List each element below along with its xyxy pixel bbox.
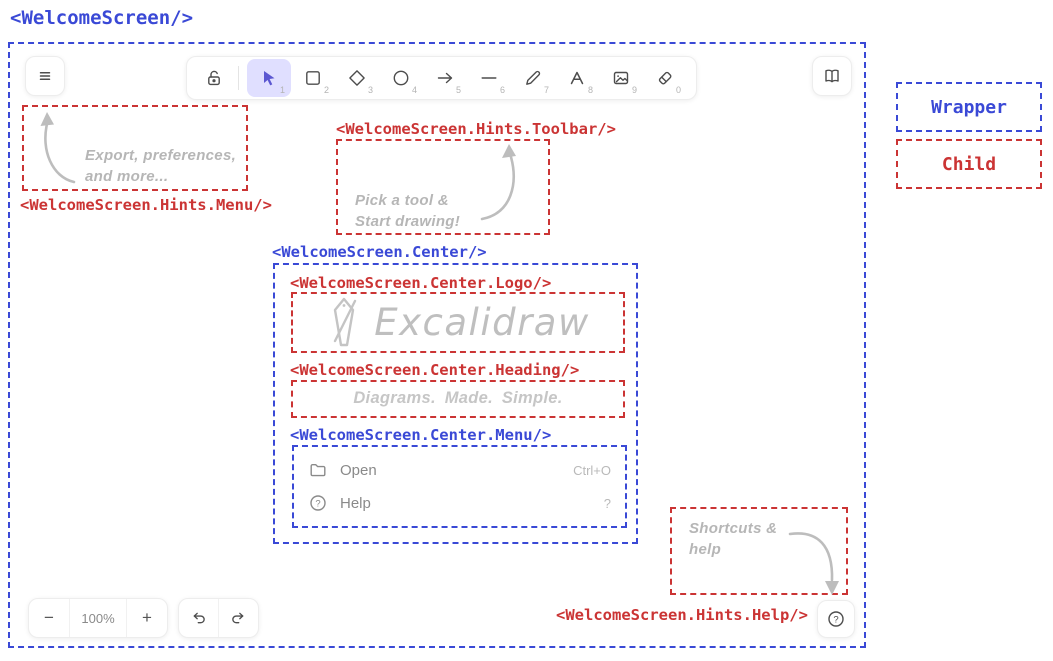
tool-diamond[interactable]: 3 [335, 59, 379, 97]
center-menu-annotation-label: <WelcomeScreen.Center.Menu/> [290, 426, 551, 444]
menu-item-shortcut: ? [604, 496, 611, 511]
hints-menu-annotation-label: <WelcomeScreen.Hints.Menu/> [20, 196, 272, 214]
tool-selection[interactable]: 1 [247, 59, 291, 97]
undo-button[interactable] [179, 599, 218, 637]
tool-shortcut-number: 9 [632, 85, 637, 95]
tool-image[interactable]: 9 [599, 59, 643, 97]
excalidraw-pen-logo-icon [326, 296, 362, 350]
folder-icon [308, 460, 328, 480]
menu-hint-text: Export, preferences, and more... [85, 145, 236, 187]
library-button[interactable] [812, 56, 852, 96]
zoom-controls: − 100% + [28, 598, 168, 638]
center-logo-annotation-label: <WelcomeScreen.Center.Logo/> [290, 274, 551, 292]
legend-wrapper-label: Wrapper [931, 97, 1007, 118]
question-circle-icon: ? [826, 609, 846, 629]
undo-icon [190, 609, 208, 627]
tool-shortcut-number: 8 [588, 85, 593, 95]
center-menu-wrapper-frame: Open Ctrl+O ? Help ? [292, 445, 627, 528]
menu-hint-arrow [38, 110, 90, 188]
tool-rectangle[interactable]: 2 [291, 59, 335, 97]
lock-button[interactable] [196, 59, 232, 97]
tool-shortcut-number: 3 [368, 85, 373, 95]
draw-icon [523, 68, 543, 88]
selection-cursor-icon [259, 68, 279, 88]
ellipse-icon [391, 68, 411, 88]
text-icon [567, 68, 587, 88]
center-heading-annotation-label: <WelcomeScreen.Center.Heading/> [290, 361, 579, 379]
tool-shortcut-number: 0 [676, 85, 681, 95]
center-heading-text: Diagrams. Made. Simple. [353, 387, 562, 410]
help-hint-arrow [786, 524, 848, 598]
toolbar-divider [238, 66, 239, 90]
unlock-icon [204, 68, 224, 88]
center-heading-child-frame: Diagrams. Made. Simple. [291, 380, 625, 418]
svg-text:?: ? [315, 498, 320, 509]
toolbar-hint-text: Pick a tool & Start drawing! [355, 190, 460, 232]
legend-child-box: Child [896, 139, 1042, 189]
tool-shortcut-number: 4 [412, 85, 417, 95]
main-menu-button[interactable] [25, 56, 65, 96]
hamburger-icon [35, 66, 55, 86]
rectangle-icon [303, 68, 323, 88]
image-icon [611, 68, 631, 88]
tool-line[interactable]: 6 [467, 59, 511, 97]
tool-text[interactable]: 8 [555, 59, 599, 97]
tool-shortcut-number: 5 [456, 85, 461, 95]
help-button[interactable]: ? [817, 600, 855, 638]
excalidraw-logo-text: Excalidraw [374, 301, 589, 344]
line-icon [479, 68, 499, 88]
open-book-icon [822, 66, 842, 86]
legend-wrapper-box: Wrapper [896, 82, 1042, 132]
zoom-in-button[interactable]: + [127, 599, 167, 637]
undo-redo-controls [178, 598, 259, 638]
tool-arrow[interactable]: 5 [423, 59, 467, 97]
tool-ellipse[interactable]: 4 [379, 59, 423, 97]
menu-item-shortcut: Ctrl+O [573, 463, 611, 478]
eraser-icon [655, 68, 675, 88]
redo-icon [229, 609, 247, 627]
redo-button[interactable] [219, 599, 258, 637]
center-annotation-label: <WelcomeScreen.Center/> [272, 243, 487, 261]
tool-shortcut-number: 2 [324, 85, 329, 95]
hints-help-annotation-label: <WelcomeScreen.Hints.Help/> [556, 606, 808, 624]
legend-child-label: Child [942, 154, 996, 175]
tool-eraser[interactable]: 0 [643, 59, 687, 97]
zoom-level-reset-button[interactable]: 100% [70, 599, 126, 637]
tool-draw[interactable]: 7 [511, 59, 555, 97]
arrow-icon [435, 68, 455, 88]
tool-shortcut-number: 1 [280, 85, 285, 95]
toolbar-hint-arrow [468, 141, 530, 225]
toolbar: 1 2 3 4 5 [186, 56, 697, 100]
menu-item-label: Help [340, 495, 592, 512]
menu-item-label: Open [340, 462, 561, 479]
menu-item-help[interactable]: ? Help ? [308, 489, 611, 517]
root-annotation-label: <WelcomeScreen/> [10, 7, 193, 29]
hints-toolbar-annotation-label: <WelcomeScreen.Hints.Toolbar/> [336, 120, 616, 138]
tool-shortcut-number: 7 [544, 85, 549, 95]
question-circle-icon: ? [308, 493, 328, 513]
tool-shortcut-number: 6 [500, 85, 505, 95]
zoom-out-button[interactable]: − [29, 599, 69, 637]
menu-item-open[interactable]: Open Ctrl+O [308, 456, 611, 484]
help-hint-text: Shortcuts & help [689, 518, 777, 560]
center-logo-child-frame: Excalidraw [291, 292, 625, 353]
diamond-icon [347, 68, 367, 88]
svg-text:?: ? [833, 614, 838, 625]
